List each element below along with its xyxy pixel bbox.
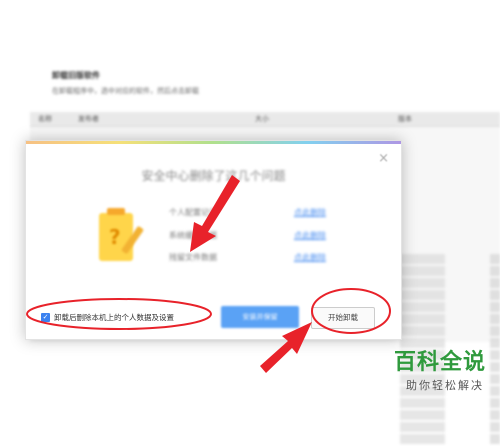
annotation-arrow xyxy=(260,322,312,373)
annotation-circle xyxy=(26,298,212,330)
table-row[interactable] xyxy=(400,422,500,432)
watermark-brand: 百科全说 xyxy=(393,350,486,375)
annotation-arrow xyxy=(190,175,240,252)
table-row[interactable] xyxy=(400,434,500,444)
annotation-layer xyxy=(26,175,391,373)
watermark-slogan: 助你轻松解决 xyxy=(406,379,484,392)
table-row[interactable] xyxy=(400,410,500,420)
annotation-circle xyxy=(311,288,391,334)
